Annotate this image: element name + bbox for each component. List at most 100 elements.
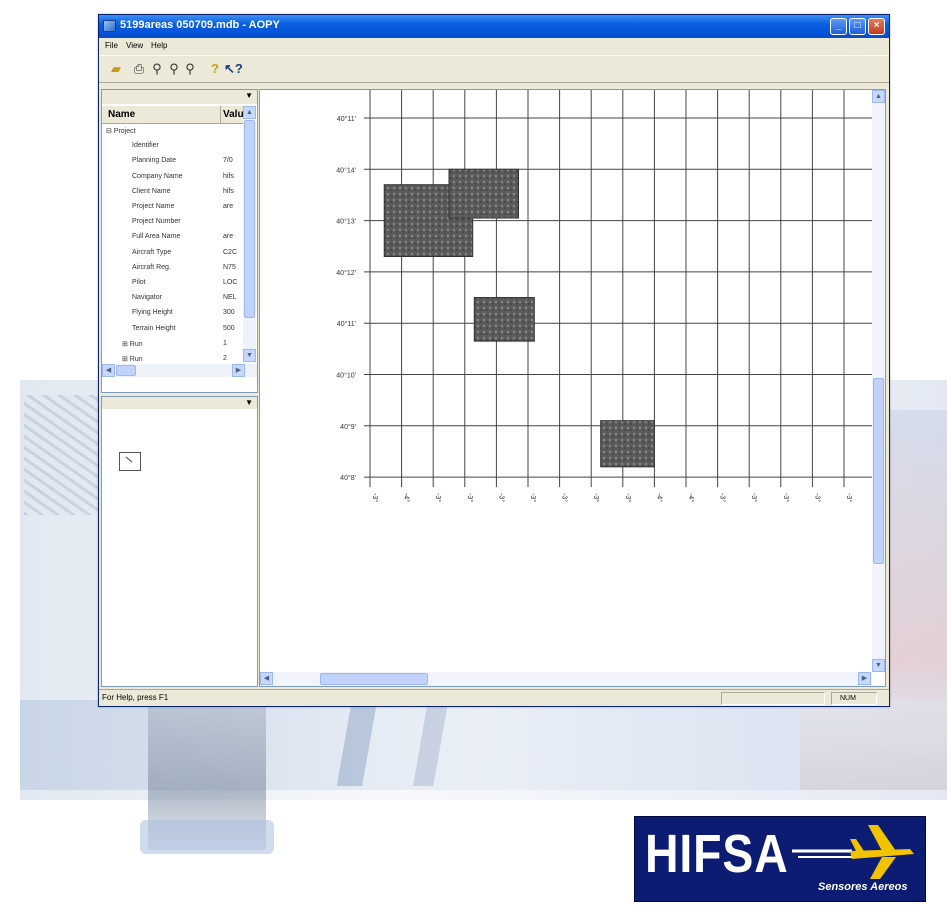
overview-thumbnail[interactable] [119,452,141,471]
tree-row-name: Project Number [132,218,181,226]
screen: 5199areas 050709.mdb - AOPY _ □ × File V… [0,0,947,922]
tree-row-name: Navigator [132,294,162,302]
background-map-image [24,395,104,515]
menu-view[interactable]: View [126,41,143,50]
window-title: 5199areas 050709.mdb - AOPY [120,19,280,31]
longitude-label: -3° [750,493,758,502]
tree-row-value: LOC [223,279,238,286]
status-help-text: For Help, press F1 [102,693,169,702]
overview-dropdown-icon[interactable]: ▼ [245,398,253,407]
tree-row[interactable]: Terrain Height 500 [102,324,243,336]
tree-vertical-scroll-thumb[interactable] [244,120,255,318]
tree-column-headers: Name Valu [102,106,244,124]
hifsa-logo: HIFSA Sensores Aereos [634,816,926,902]
open-folder-icon[interactable]: ▰ [109,61,123,77]
tree-row[interactable]: ⊞ Run 1 [102,339,243,351]
latitude-label: 40°13' [336,218,356,226]
longitude-label: -3° [845,493,853,502]
tree-row[interactable]: Aircraft Type C2C [102,248,243,260]
tree-row[interactable]: ⊟ Project [102,126,243,138]
map-scroll-left-icon[interactable]: ◀ [260,672,273,685]
tree-row-name: Flying Height [132,309,173,317]
tree-pane-header: ▼ [102,90,257,104]
longitude-label: -3° [529,493,537,502]
app-icon [103,20,116,32]
tree-row-name: Project Name [132,203,175,210]
tree-row-name: Company Name [132,172,183,180]
tree-row-name: ⊞ Run [122,356,143,363]
tree-horizontal-scroll-thumb[interactable] [116,365,136,376]
tree-row[interactable]: Navigator NEL [102,293,243,305]
overview-pane-header: ▼ [102,397,257,409]
tree-row-name: Planning Date [132,157,176,165]
minimize-button[interactable]: _ [830,18,847,35]
tree-row[interactable]: Aircraft Reg. N75 [102,263,243,275]
toolbar: ▰ ⎙ ⚲ ⚲ ⚲ ? ↖? [99,55,889,83]
tree-row[interactable]: Project Name are [102,202,243,214]
longitude-label: -3° [466,493,474,502]
zoom-out-icon[interactable]: ⚲ [183,61,197,77]
longitude-label: -4° [655,493,663,502]
tree-row[interactable]: Client Name hifs [102,187,243,199]
map-scroll-up-icon[interactable]: ▲ [872,90,885,103]
background-boxes-image [800,700,947,790]
tree-row[interactable]: Company Name hifs [102,172,243,184]
tree-row-value: hifs [223,187,234,195]
menu-help[interactable]: Help [151,41,167,50]
latitude-label: 40°14' [336,166,356,174]
tree-row-value: are [223,203,234,210]
column-header-name[interactable]: Name [108,109,135,120]
longitude-label: -3° [719,493,727,502]
context-help-icon[interactable]: ↖? [224,61,243,77]
airplane-icon [792,825,914,879]
logo-tagline: Sensores Aereos [818,881,908,893]
tree-scroll-down-icon[interactable]: ▼ [243,349,256,362]
tree-row-name: Aircraft Type [132,248,172,256]
map-scroll-down-icon[interactable]: ▼ [872,659,885,672]
tree-row-name: Aircraft Reg. [132,263,171,271]
zoom-in-icon[interactable]: ⚲ [167,61,181,77]
pane-dropdown-icon[interactable]: ▼ [245,91,253,100]
zoom-icon[interactable]: ⚲ [150,61,164,77]
background-stripes [300,706,540,786]
tree-row[interactable]: Planning Date 7/0 [102,156,243,168]
imagery-footprint [473,297,535,342]
menu-file[interactable]: File [105,41,118,50]
tree-row-name: Client Name [132,187,171,195]
status-panel [721,692,825,705]
imagery-footprint [600,420,655,468]
tree-scroll-up-icon[interactable]: ▲ [243,106,256,119]
tree-row[interactable]: Flying Height 300 [102,308,243,320]
tree-row-value: 7/0 [223,157,233,165]
longitude-label: -3° [434,493,442,502]
tree-scroll-right-icon[interactable]: ▶ [232,364,245,377]
tree-row[interactable]: Pilot LOC [102,278,243,290]
latitude-label: 40°9' [340,423,356,431]
tree-row[interactable]: Project Number [102,217,243,229]
overview-pane: ▼ [101,396,258,687]
column-divider[interactable] [220,106,221,124]
tree-scroll-left-icon[interactable]: ◀ [102,364,115,377]
tree-row[interactable]: Identifier [102,141,243,153]
title-bar[interactable]: 5199areas 050709.mdb - AOPY _ □ × [99,15,889,38]
tree-row-name: Pilot [132,279,146,286]
map-scroll-right-icon[interactable]: ▶ [858,672,871,685]
tree-row-value: 1 [223,339,227,347]
help-icon[interactable]: ? [208,61,222,77]
map-horizontal-scroll-thumb[interactable] [320,673,428,685]
latitude-label: 40°11' [337,115,356,123]
maximize-button[interactable]: □ [849,18,866,35]
map-view[interactable]: 40°11' 40°14' 40°13' 40°12' 40°11' 40°10' 40°9… [259,89,886,687]
map-canvas[interactable]: 40°11' 40°14' 40°13' 40°12' 40°11' 40°10' 40°9… [260,90,872,672]
print-icon[interactable]: ⎙ [132,61,146,77]
column-header-value[interactable]: Valu [223,109,244,120]
longitude-label: -3° [561,493,569,502]
latitude-label: 40°10' [336,372,356,380]
tree-row[interactable]: Full Area Name are [102,232,243,244]
map-vertical-scroll-thumb[interactable] [873,378,884,564]
longitude-label: -3° [782,493,790,502]
latitude-label: 40°8' [340,474,356,482]
longitude-label: -3° [371,493,379,502]
close-button[interactable]: × [868,18,885,35]
tree-row-name: Terrain Height [132,324,176,332]
